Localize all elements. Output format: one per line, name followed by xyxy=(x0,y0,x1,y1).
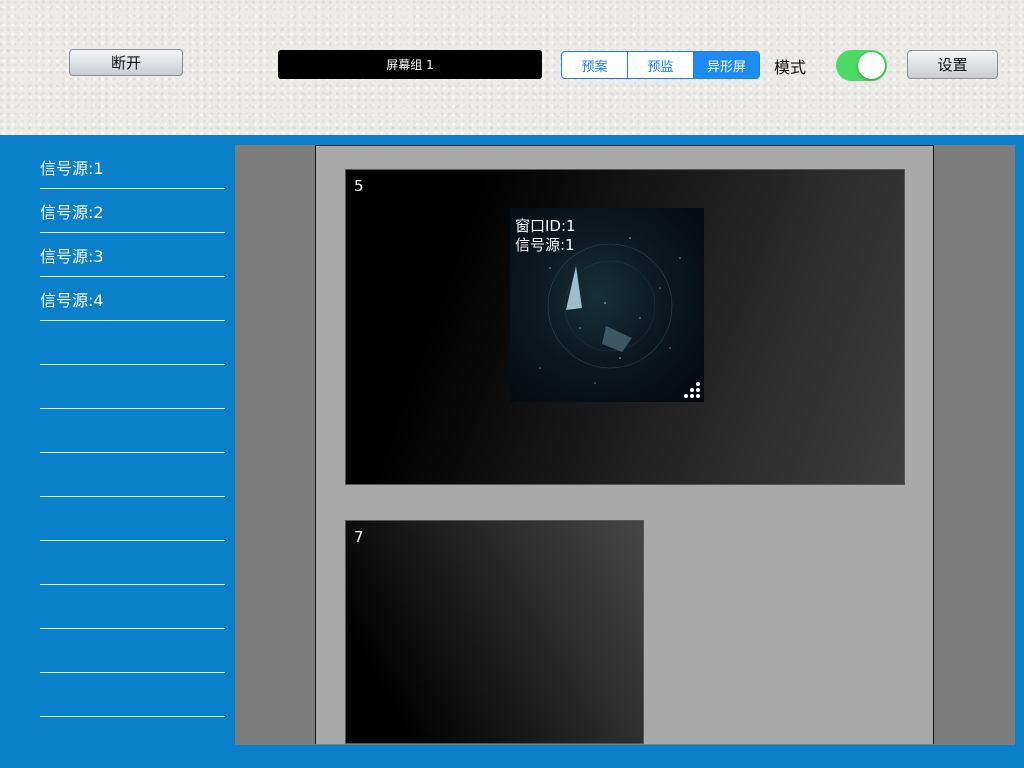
window-info: 窗口ID:1 信号源:1 xyxy=(515,217,576,255)
toggle-knob xyxy=(858,52,885,79)
screen-number: 7 xyxy=(354,528,364,546)
signal-source-item[interactable]: 信号源:3 xyxy=(40,233,225,277)
signal-source-item[interactable]: 信号源:2 xyxy=(40,189,225,233)
resize-grip-icon[interactable] xyxy=(683,381,701,399)
display-window[interactable]: 窗口ID:1 信号源:1 xyxy=(510,208,704,402)
segment-plan[interactable]: 预案 xyxy=(562,52,628,78)
screen-7[interactable]: 7 xyxy=(345,520,644,744)
signal-source-item-empty[interactable] xyxy=(40,409,225,453)
video-wall: 5 窗口ID:1 信号源:1 7 xyxy=(315,145,934,744)
signal-source-item-empty[interactable] xyxy=(40,585,225,629)
signal-source-item[interactable]: 信号源:1 xyxy=(40,145,225,189)
signal-source-item-empty[interactable] xyxy=(40,453,225,497)
segment-irregular-screen[interactable]: 异形屏 xyxy=(694,52,759,78)
top-toolbar: 断开 屏幕组 1 预案 预监 异形屏 模式 设置 xyxy=(0,0,1024,135)
signal-source-item-empty[interactable] xyxy=(40,497,225,541)
signal-source-item-empty[interactable] xyxy=(40,321,225,365)
screen-number: 5 xyxy=(354,177,364,195)
mode-label: 模式 xyxy=(774,58,807,77)
signal-source-item-empty[interactable] xyxy=(40,541,225,585)
signal-source-item[interactable]: 信号源:4 xyxy=(40,277,225,321)
signal-source-item-empty[interactable] xyxy=(40,629,225,673)
signal-source-item-empty[interactable] xyxy=(40,673,225,717)
view-segmented-control[interactable]: 预案 预监 异形屏 xyxy=(561,51,760,79)
mode-toggle[interactable] xyxy=(836,50,887,81)
signal-source-item-empty[interactable] xyxy=(40,365,225,409)
video-wall-canvas[interactable]: 5 窗口ID:1 信号源:1 7 xyxy=(235,145,1015,745)
disconnect-button[interactable]: 断开 xyxy=(69,49,183,76)
window-source-label: 信号源:1 xyxy=(515,236,575,254)
screen-group-selector[interactable]: 屏幕组 1 xyxy=(278,50,542,79)
signal-source-list: 信号源:1 信号源:2 信号源:3 信号源:4 xyxy=(40,145,225,717)
settings-button[interactable]: 设置 xyxy=(907,50,998,79)
screen-5[interactable]: 5 窗口ID:1 信号源:1 xyxy=(345,169,905,485)
window-id-label: 窗口ID:1 xyxy=(515,217,576,235)
segment-preview[interactable]: 预监 xyxy=(628,52,694,78)
